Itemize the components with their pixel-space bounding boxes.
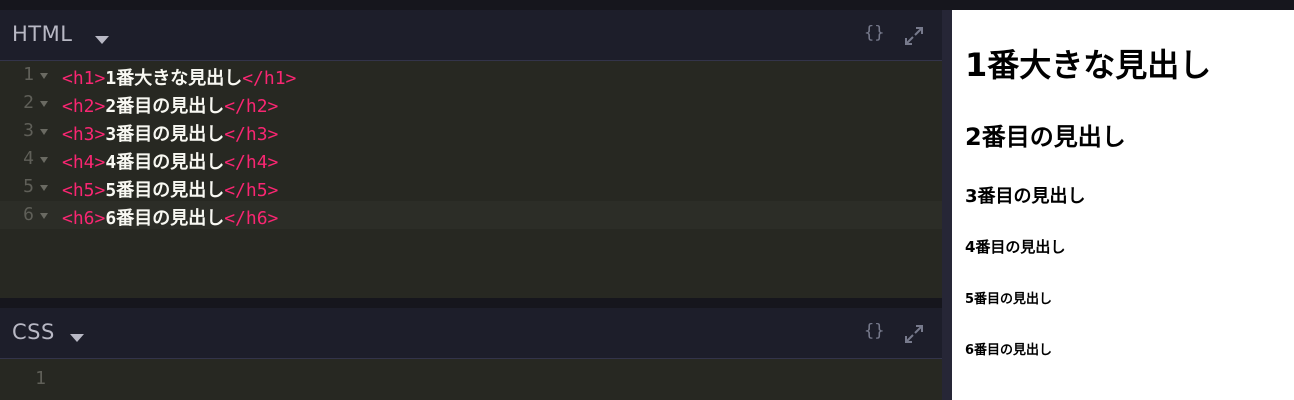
gutter: 4 — [0, 145, 56, 173]
code-line[interactable]: 3 <h3>3番目の見出し</h3> — [0, 117, 942, 145]
css-editor-panel: CSS {} 1 — [0, 308, 942, 400]
line-number: 6 — [23, 204, 34, 225]
line-number: 5 — [23, 176, 34, 197]
line-number: 2 — [23, 92, 34, 113]
code-text: <h4>4番目の見出し</h4> — [62, 148, 278, 174]
preview-heading-5: 5番目の見出し — [965, 292, 1053, 307]
line-number: 4 — [23, 148, 34, 169]
css-panel-title[interactable]: CSS — [12, 320, 55, 344]
open-tag: <h4> — [62, 152, 106, 173]
fold-caret-icon[interactable] — [40, 129, 48, 135]
html-editor-panel: HTML {} 1 <h1>1番大きな見出し</h1> 2 <h2>2番目の見出… — [0, 10, 942, 298]
preview-heading-2: 2番目の見出し — [965, 123, 1126, 151]
chevron-down-icon[interactable] — [95, 36, 109, 44]
code-line[interactable]: 1 <h1>1番大きな見出し</h1> — [0, 61, 942, 89]
fold-caret-icon[interactable] — [40, 213, 48, 219]
gutter: 2 — [0, 89, 56, 117]
format-braces-icon[interactable]: {} — [864, 23, 884, 43]
css-panel-header: CSS {} — [0, 308, 942, 359]
open-tag: <h6> — [62, 208, 106, 229]
close-tag: </h2> — [224, 96, 279, 117]
fold-caret-icon[interactable] — [40, 101, 48, 107]
code-line[interactable]: 5 <h5>5番目の見出し</h5> — [0, 173, 942, 201]
preview-heading-4: 4番目の見出し — [965, 238, 1066, 256]
html-panel-title[interactable]: HTML — [12, 22, 72, 46]
close-tag: </h4> — [224, 152, 279, 173]
preview-pane: 1番大きな見出し 2番目の見出し 3番目の見出し 4番目の見出し 5番目の見出し… — [952, 10, 1294, 400]
open-tag: <h3> — [62, 124, 106, 145]
code-line[interactable]: 2 <h2>2番目の見出し</h2> — [0, 89, 942, 117]
tag-content: 2番目の見出し — [105, 96, 225, 117]
gutter: 6 — [0, 201, 56, 229]
open-tag: <h5> — [62, 180, 106, 201]
tag-content: 4番目の見出し — [105, 152, 225, 173]
fold-caret-icon[interactable] — [40, 157, 48, 163]
preview-heading-6: 6番目の見出し — [965, 343, 1053, 358]
tag-content: 5番目の見出し — [105, 180, 225, 201]
preview-heading-1: 1番大きな見出し — [965, 46, 1212, 84]
code-text: <h2>2番目の見出し</h2> — [62, 92, 278, 118]
resize-handle[interactable] — [942, 10, 952, 400]
expand-icon[interactable] — [903, 25, 925, 47]
preview-heading-3: 3番目の見出し — [965, 186, 1086, 207]
open-tag: <h1> — [62, 68, 106, 89]
tag-content: 1番大きな見出し — [105, 68, 243, 89]
format-braces-icon[interactable]: {} — [864, 321, 884, 341]
code-line-active[interactable]: 6 <h6>6番目の見出し</h6> — [0, 201, 942, 229]
expand-icon[interactable] — [903, 323, 925, 345]
close-tag: </h5> — [224, 180, 279, 201]
close-tag: </h3> — [224, 124, 279, 145]
editor-column: HTML {} 1 <h1>1番大きな見出し</h1> 2 <h2>2番目の見出… — [0, 10, 942, 400]
code-text: <h5>5番目の見出し</h5> — [62, 176, 278, 202]
gutter: 1 — [0, 61, 56, 89]
code-line[interactable]: 4 <h4>4番目の見出し</h4> — [0, 145, 942, 173]
tag-content: 3番目の見出し — [105, 124, 225, 145]
fold-caret-icon[interactable] — [40, 185, 48, 191]
line-number: 3 — [23, 120, 34, 141]
close-tag: </h1> — [242, 68, 297, 89]
close-tag: </h6> — [224, 208, 279, 229]
tag-content: 6番目の見出し — [105, 208, 225, 229]
line-number: 1 — [35, 368, 46, 389]
code-text: <h1>1番大きな見出し</h1> — [62, 64, 296, 90]
fold-caret-icon[interactable] — [40, 73, 48, 79]
open-tag: <h2> — [62, 96, 106, 117]
html-panel-header: HTML {} — [0, 10, 942, 61]
line-number: 1 — [23, 64, 34, 85]
html-code-area[interactable]: 1 <h1>1番大きな見出し</h1> 2 <h2>2番目の見出し</h2> 3… — [0, 61, 942, 229]
code-text: <h3>3番目の見出し</h3> — [62, 120, 278, 146]
chevron-down-icon[interactable] — [70, 334, 84, 342]
gutter: 3 — [0, 117, 56, 145]
gutter: 5 — [0, 173, 56, 201]
code-text: <h6>6番目の見出し</h6> — [62, 204, 278, 230]
